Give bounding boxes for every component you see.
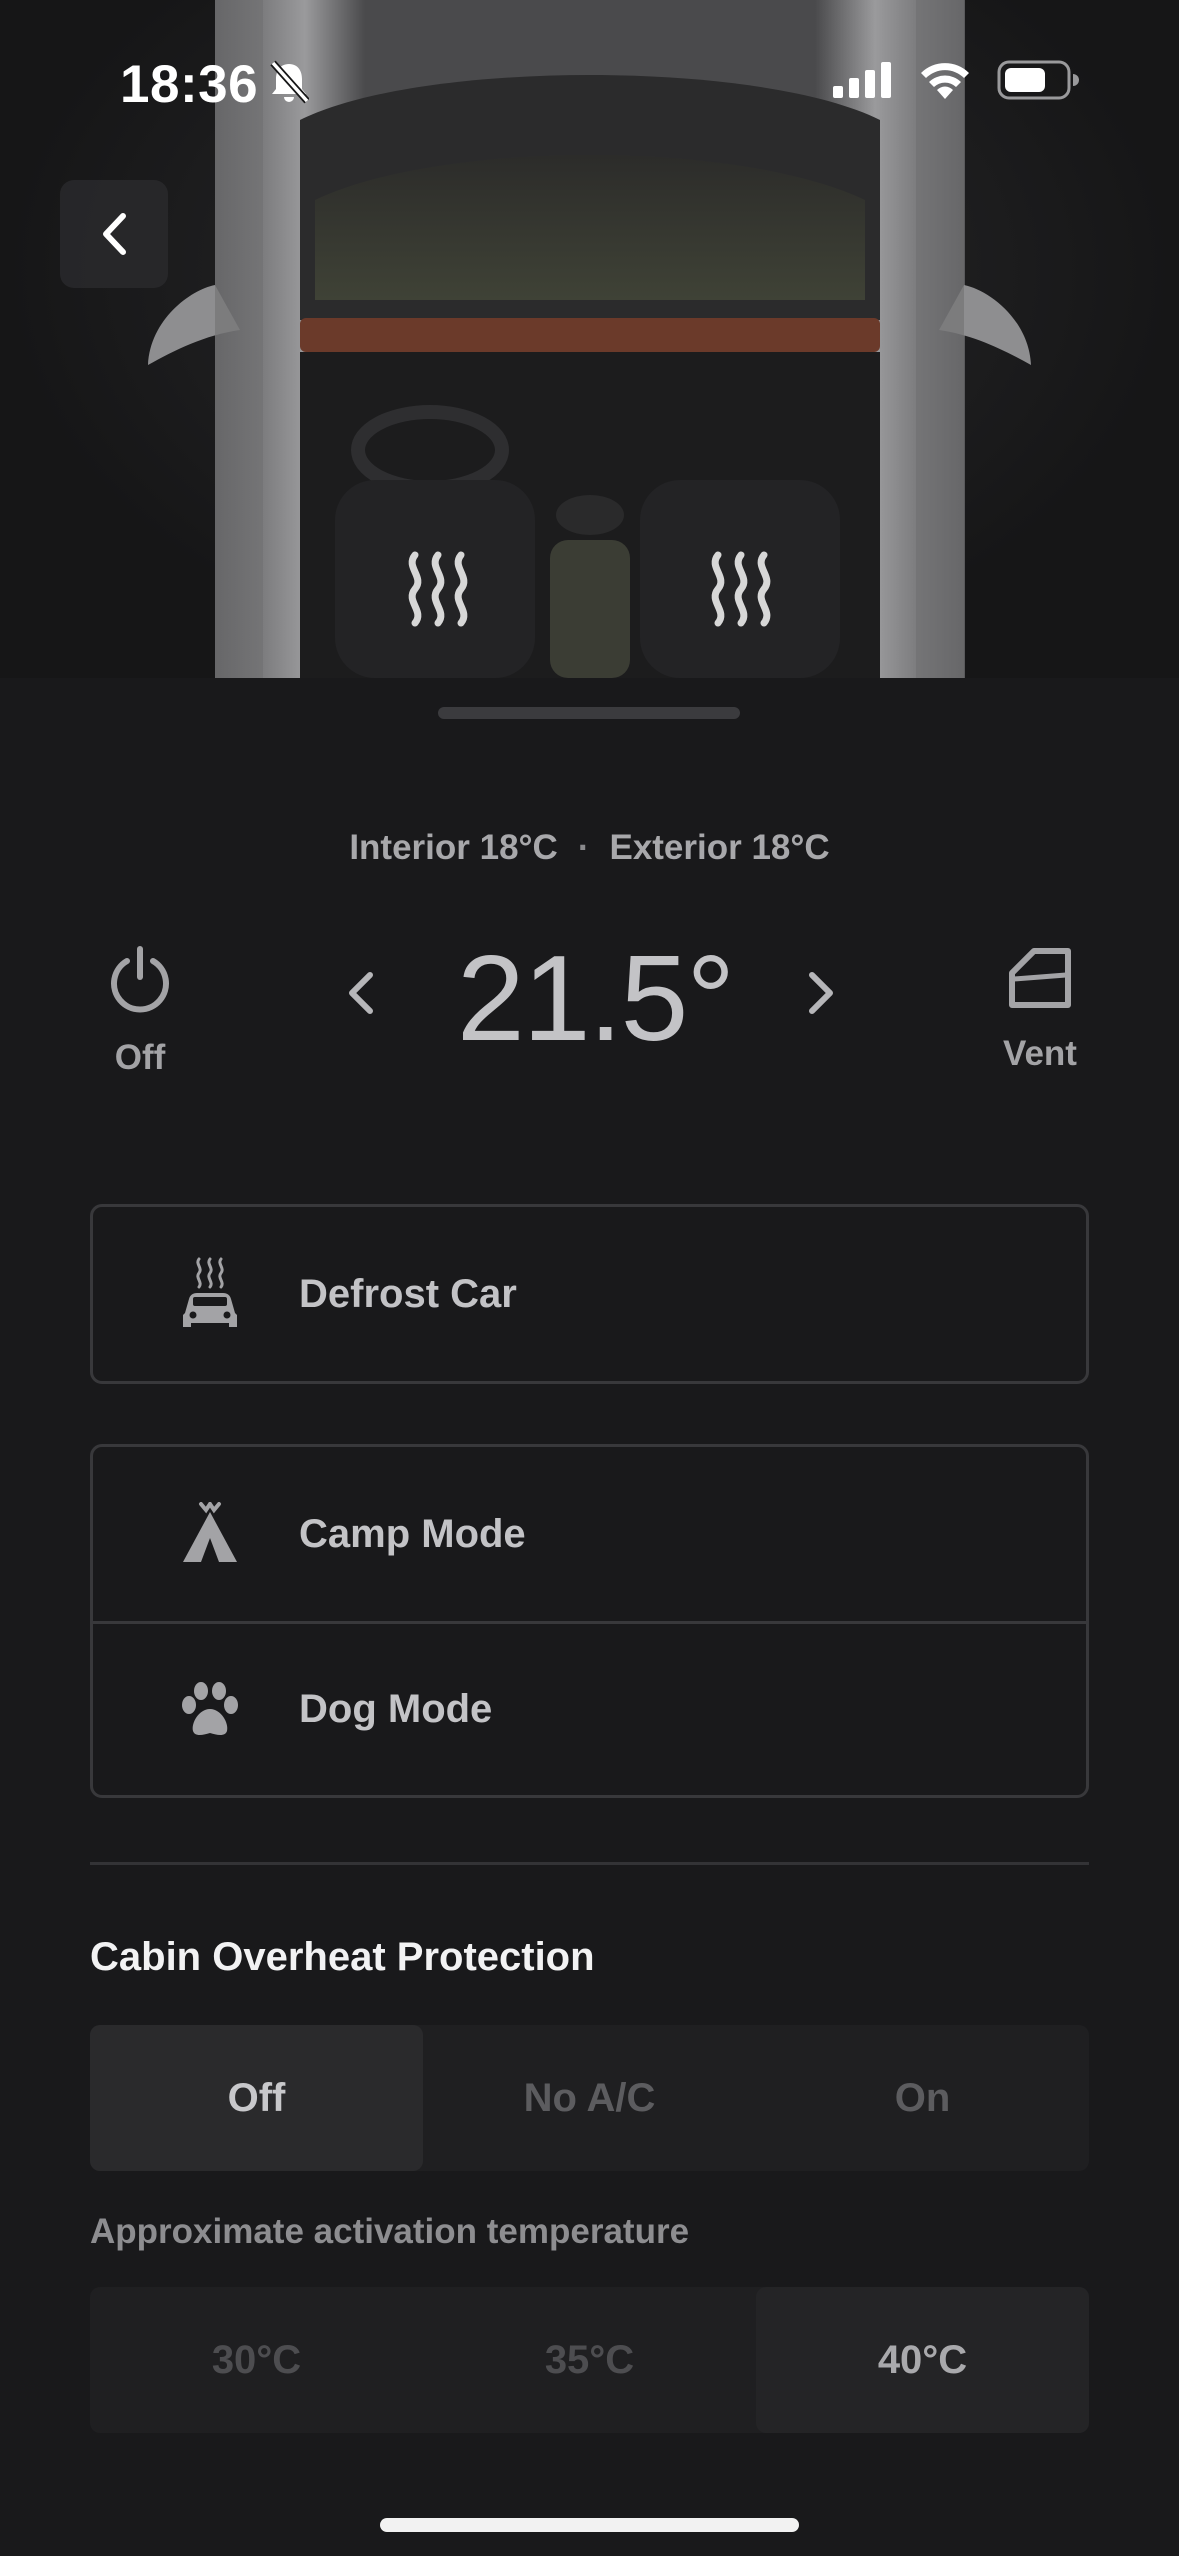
sheet-handle[interactable] [438, 707, 740, 719]
activation-temp-35-option[interactable]: 35°C [423, 2287, 756, 2433]
activation-temp-30-option[interactable]: 30°C [90, 2287, 423, 2433]
vent-windows-button[interactable]: Vent [990, 945, 1090, 1074]
bell-slash-icon [270, 60, 309, 104]
dog-mode-label: Dog Mode [299, 1687, 493, 1731]
defrost-card: Defrost Car [90, 1204, 1089, 1384]
battery-icon [997, 60, 1079, 100]
vent-label: Vent [1003, 1034, 1077, 1073]
section-divider [90, 1862, 1089, 1865]
temp-decrease-button[interactable] [338, 965, 382, 1021]
overheat-no-ac-option[interactable]: No A/C [423, 2025, 756, 2171]
cabin-overheat-title: Cabin Overheat Protection [90, 1935, 595, 1979]
set-temperature: 21.5° [456, 930, 735, 1066]
chevron-left-icon [349, 972, 373, 1014]
overheat-mode-segmented: Off No A/C On [90, 2025, 1089, 2171]
exterior-temp: Exterior 18°C [609, 828, 830, 867]
status-icons [270, 60, 1079, 104]
wifi-icon [921, 63, 969, 99]
overheat-off-option[interactable]: Off [90, 2025, 423, 2171]
activation-temp-segmented: 30°C 35°C 40°C [90, 2287, 1089, 2433]
activation-temp-label: Approximate activation temperature [90, 2212, 690, 2251]
back-button[interactable] [60, 180, 168, 288]
defrost-car-button[interactable]: Defrost Car [93, 1207, 1086, 1381]
overheat-on-option[interactable]: On [756, 2025, 1089, 2171]
dog-mode-button[interactable]: Dog Mode [93, 1621, 1086, 1795]
activation-temp-40-option[interactable]: 40°C [756, 2287, 1089, 2433]
modes-card: Camp Mode Dog Mode [90, 1444, 1089, 1798]
chevron-right-icon [809, 972, 833, 1014]
camp-mode-button[interactable]: Camp Mode [93, 1447, 1086, 1621]
tent-icon [175, 1494, 245, 1574]
temps-separator: · [577, 828, 590, 867]
interior-temp: Interior 18°C [349, 828, 558, 867]
power-icon [111, 946, 169, 1013]
window-vent-icon [1009, 948, 1071, 1008]
climate-screen: 18:36 Interior 18°C · Exterior 18°C Off … [0, 0, 1179, 2556]
defrost-car-icon [175, 1254, 245, 1334]
climate-power-button[interactable]: Off [95, 945, 185, 1078]
status-time: 18:36 [120, 55, 259, 114]
defrost-car-label: Defrost Car [299, 1271, 517, 1316]
signal-icon [833, 62, 891, 98]
camp-mode-label: Camp Mode [299, 1511, 526, 1556]
power-label: Off [114, 1038, 166, 1077]
temp-increase-button[interactable] [800, 965, 844, 1021]
home-indicator[interactable] [380, 2518, 799, 2532]
chevron-left-icon [103, 213, 126, 255]
paw-icon [175, 1670, 245, 1750]
interior-exterior-temps: Interior 18°C · Exterior 18°C [0, 828, 1179, 868]
